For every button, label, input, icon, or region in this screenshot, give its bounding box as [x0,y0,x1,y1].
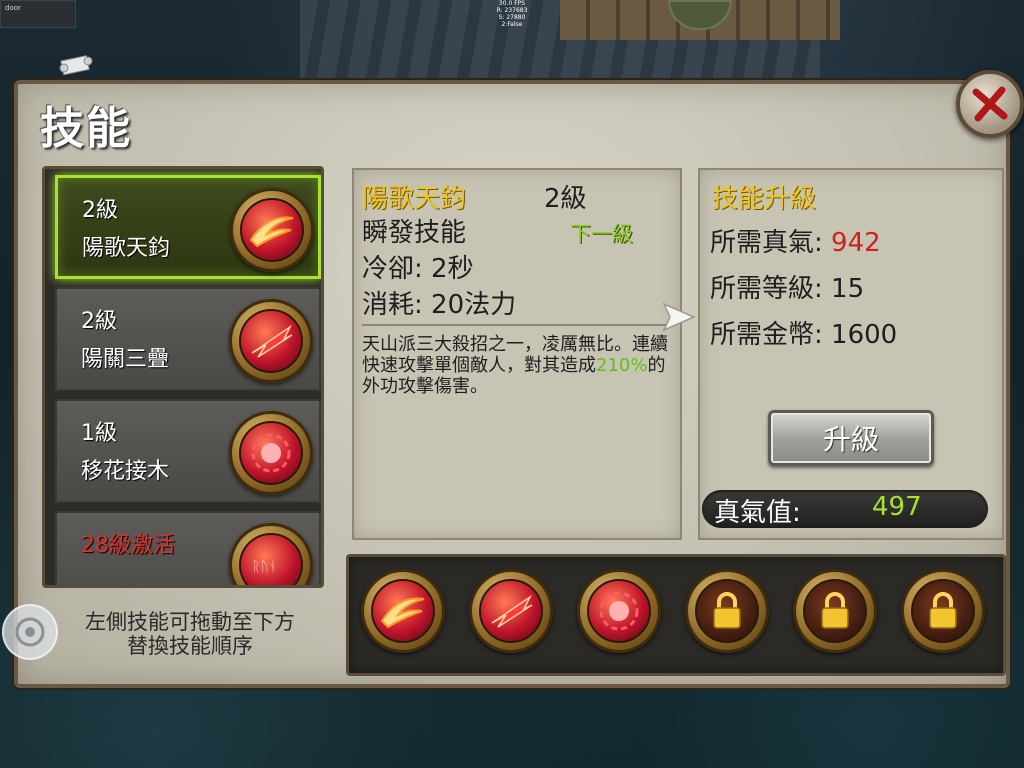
close-button[interactable] [956,70,1024,138]
current-qi-bar: 真氣值: 497 [702,490,988,528]
red-slash-icon [469,569,553,653]
hotbar-slot-2[interactable] [469,569,553,653]
fps-line: 30.0 FPS [498,0,526,7]
skill-detail-panel: 陽歌天鈞 2級 瞬發技能 下一級 冷卻: 2秒 消耗: 20法力 天山派三大殺招… [352,168,682,540]
assistive-icon [15,617,45,647]
flame-slash-icon [230,188,314,272]
hint-line: 替換技能順序 [127,634,253,658]
hotbar-slot-5[interactable] [793,569,877,653]
skill-detail-level: 2級 [544,184,587,214]
rune-orb-icon: ᚱᚢᚾ [229,523,313,585]
fps-line: S: 27880 [498,14,526,21]
skill-item-locked[interactable]: 28級激活 ᚱᚢᚾ [55,511,321,585]
arrow-right-icon[interactable] [662,302,696,332]
unlock-requirement: 28級激活 [81,533,175,558]
hotbar-slot-4[interactable] [685,569,769,653]
crimson-burst-icon [577,569,661,653]
required-level: 所需等級: 15 [710,274,865,304]
skill-item-yang-ge-tian-jun[interactable]: 2級 陽歌天鈞 [55,175,321,279]
required-qi-label: 所需真氣: [710,228,832,258]
upgrade-button[interactable]: 升級 [768,410,934,466]
skill-detail-name: 陽歌天鈞 [362,184,467,214]
hint-line: 左側技能可拖動至下方 [85,610,295,634]
skill-level: 2級 [81,309,117,334]
crimson-burst-icon [229,411,313,495]
skill-name: 陽歌天鈞 [82,236,171,261]
padlock-icon [793,569,877,653]
red-slash-icon [229,299,313,383]
scroll-icon[interactable] [58,52,94,78]
skill-level: 2級 [82,198,118,223]
skill-item-yi-hua-jie-mu[interactable]: 1級 移花接木 [55,399,321,503]
required-qi-value: 942 [831,228,881,258]
fps-counter: 30.0 FPS R: 237683 S: 27880 2:False [494,0,530,28]
hotbar-slot-1[interactable] [361,569,445,653]
skill-description: 天山派三大殺招之一，凌厲無比。連續快速攻擊單個敵人，對其造成210%的外功攻擊傷… [362,334,676,397]
required-gold: 所需金幣: 1600 [710,320,898,350]
upgrade-title: 技能升級 [712,184,817,214]
upgrade-panel: 技能升級 所需真氣: 942 所需等級: 15 所需金幣: 1600 升級 真氣… [698,168,1004,540]
skill-panel: 技能 2級 陽歌天鈞 2級 陽關三疊 1級 移花接木 28級激活 ᚱᚢᚾ 左側技… [14,80,1010,688]
next-level-link[interactable]: 下一級 [570,218,633,248]
required-qi-row: 所需真氣: 942 [710,222,881,259]
flame-slash-icon [361,569,445,653]
current-qi-label: 真氣值: [714,498,801,528]
panel-title: 技能 [40,103,132,154]
drag-hint: 左側技能可拖動至下方 替換技能順序 [40,610,340,658]
skill-name: 陽關三疊 [81,347,170,372]
divider [362,324,674,326]
assistive-touch-button[interactable] [2,604,58,660]
skill-level: 1級 [81,421,117,446]
padlock-icon [685,569,769,653]
hotbar-slot-6[interactable] [901,569,985,653]
svg-text:ᚱᚢᚾ: ᚱᚢᚾ [252,559,277,575]
skill-list[interactable]: 2級 陽歌天鈞 2級 陽關三疊 1級 移花接木 28級激活 ᚱᚢᚾ [42,166,324,588]
skill-cooldown: 冷卻: 2秒 [362,254,474,284]
fps-line: 2:False [501,21,523,28]
hotbar-slot-3[interactable] [577,569,661,653]
skill-hotbar [346,554,1006,676]
current-qi-value: 497 [872,492,922,522]
skill-item-yang-guan-san-die[interactable]: 2級 陽關三疊 [55,287,321,391]
skill-cost: 消耗: 20法力 [362,290,517,320]
desc-highlight: 210% [596,355,648,376]
padlock-icon [901,569,985,653]
skill-name: 移花接木 [81,459,170,484]
fps-line: R: 237683 [496,7,528,14]
close-icon [972,86,1008,122]
skill-detail-type: 瞬發技能 [362,218,467,248]
debug-door-label: door [0,0,76,28]
